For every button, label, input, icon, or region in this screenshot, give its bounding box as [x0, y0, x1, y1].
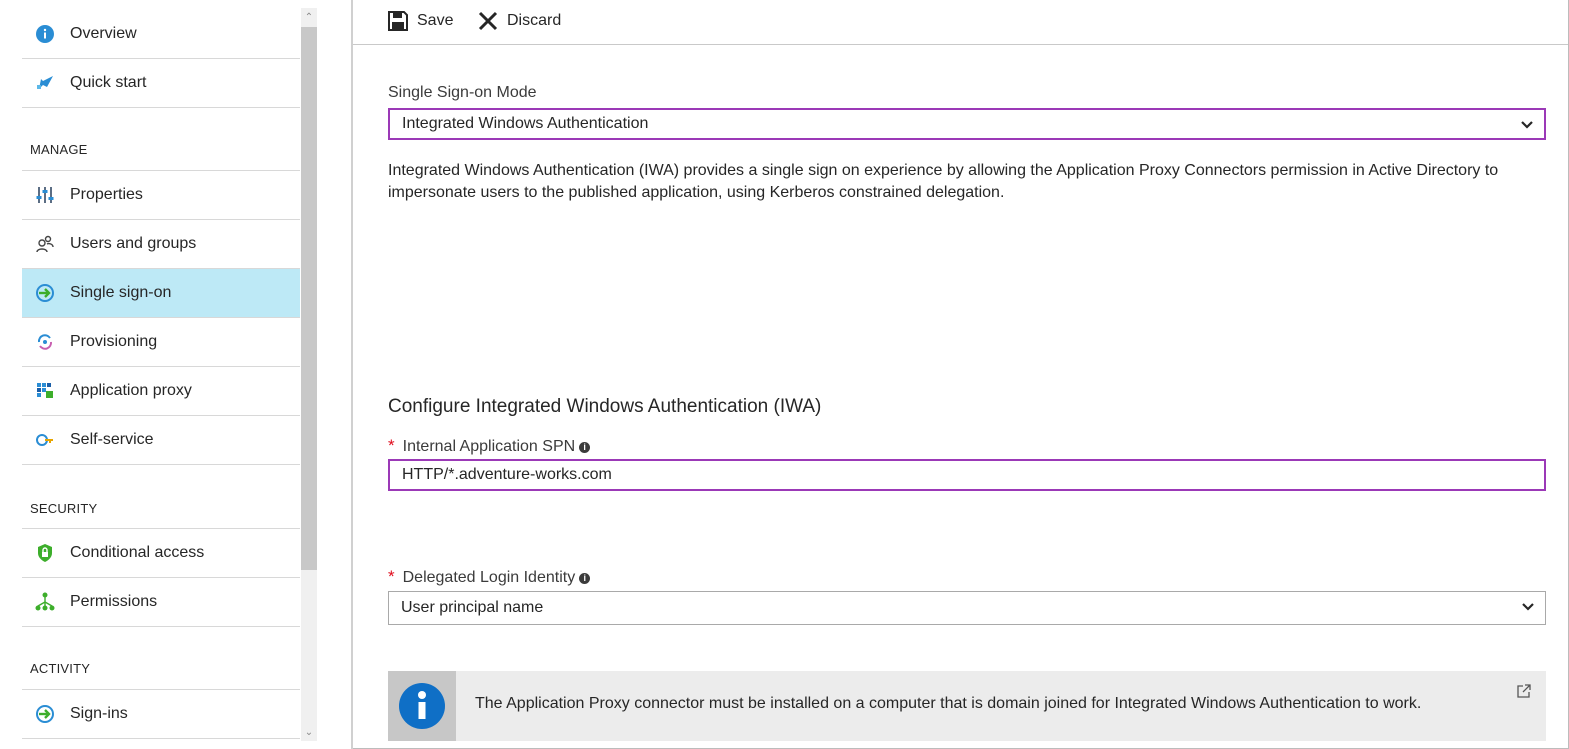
key-icon [34, 429, 56, 451]
chevron-down-icon [1522, 603, 1534, 611]
sidebar-item-provisioning[interactable]: Provisioning [22, 318, 300, 367]
external-link-icon[interactable] [1516, 683, 1532, 699]
scroll-down-icon[interactable]: ⌄ [301, 725, 317, 741]
hierarchy-icon [34, 591, 56, 613]
sidebar-item-label: Quick start [70, 74, 147, 91]
info-notice: The Application Proxy connector must be … [388, 671, 1546, 741]
sidebar-item-label: Self-service [70, 431, 154, 448]
sidebar-item-label: Users and groups [70, 235, 197, 252]
scroll-up-icon[interactable]: ⌃ [301, 10, 317, 26]
spn-label-row: * Internal Application SPN i [388, 436, 591, 456]
spn-value: HTTP/*.adventure-works.com [402, 466, 612, 483]
signin-arrow-icon [34, 703, 56, 725]
sidebar-scrollbar-thumb[interactable] [301, 27, 317, 570]
chevron-down-icon [1521, 121, 1533, 129]
required-marker: * [388, 436, 395, 455]
shield-icon [34, 542, 56, 564]
info-icon[interactable]: i [579, 442, 591, 453]
sso-mode-value: Integrated Windows Authentication [402, 115, 649, 132]
section-header-security: SECURITY [30, 501, 98, 516]
sso-arrow-icon [34, 282, 56, 304]
sidebar-item-label: Overview [70, 25, 137, 42]
sso-mode-dropdown[interactable]: Integrated Windows Authentication [388, 108, 1546, 140]
spn-label: Internal Application SPN [402, 438, 576, 455]
section-header-activity: ACTIVITY [30, 661, 91, 676]
sliders-icon [34, 184, 56, 206]
sidebar-item-label: Application proxy [70, 382, 192, 399]
save-button-label: Save [417, 12, 454, 29]
sidebar-item-permissions[interactable]: Permissions [22, 578, 300, 627]
discard-button-label: Discard [507, 12, 562, 29]
info-icon[interactable]: i [579, 573, 591, 584]
sidebar-item-label: Sign-ins [70, 705, 128, 722]
sidebar-item-conditional-access[interactable]: Conditional access [22, 529, 300, 578]
sidebar-item-label: Permissions [70, 593, 158, 610]
sidebar-item-properties[interactable]: Properties [22, 171, 300, 220]
sidebar-item-self-service[interactable]: Self-service [22, 416, 300, 465]
login-identity-dropdown[interactable]: User principal name [388, 591, 1546, 625]
sidebar-item-overview[interactable]: Overview [22, 10, 300, 59]
identity-label: Delegated Login Identity [402, 569, 576, 586]
sidebar-item-label: Provisioning [70, 333, 158, 350]
sync-icon [34, 331, 56, 353]
sidebar-item-single-sign-on[interactable]: Single sign-on [22, 269, 300, 318]
rocket-icon [34, 72, 56, 94]
sidebar-item-label: Properties [70, 186, 143, 203]
grid-icon [34, 380, 56, 402]
save-icon [387, 10, 409, 32]
required-marker: * [388, 567, 395, 586]
sidebar-item-label: Single sign-on [70, 284, 172, 301]
section-title: Configure Integrated Windows Authenticat… [388, 396, 822, 417]
notice-message: The Application Proxy connector must be … [475, 695, 1422, 712]
identity-label-row: * Delegated Login Identity i [388, 567, 591, 587]
sidebar-item-quick-start[interactable]: Quick start [22, 59, 300, 108]
users-icon [34, 233, 56, 255]
sidebar-item-application-proxy[interactable]: Application proxy [22, 367, 300, 416]
sso-mode-label: Single Sign-on Mode [388, 84, 537, 101]
discard-button[interactable]: Discard [477, 8, 561, 34]
spn-input[interactable]: HTTP/*.adventure-works.com [388, 459, 1546, 491]
sso-mode-description: Integrated Windows Authentication (IWA) … [388, 162, 1499, 201]
info-icon [399, 683, 445, 729]
sidebar-item-users-and-groups[interactable]: Users and groups [22, 220, 300, 269]
notice-icon-box [388, 671, 456, 741]
info-icon [34, 23, 56, 45]
sidebar-item-label: Conditional access [70, 544, 205, 561]
save-button[interactable]: Save [387, 8, 453, 34]
identity-value: User principal name [401, 599, 544, 616]
section-header-manage: MANAGE [30, 142, 88, 157]
close-icon [477, 10, 499, 32]
sidebar: Overview Quick start MANAGE Properties U… [0, 0, 318, 749]
command-bar: Save Discard [353, 0, 1569, 45]
sidebar-item-sign-ins[interactable]: Sign-ins [22, 690, 300, 739]
main-pane: Save Discard Single Sign-on Mode Integra… [353, 0, 1569, 749]
